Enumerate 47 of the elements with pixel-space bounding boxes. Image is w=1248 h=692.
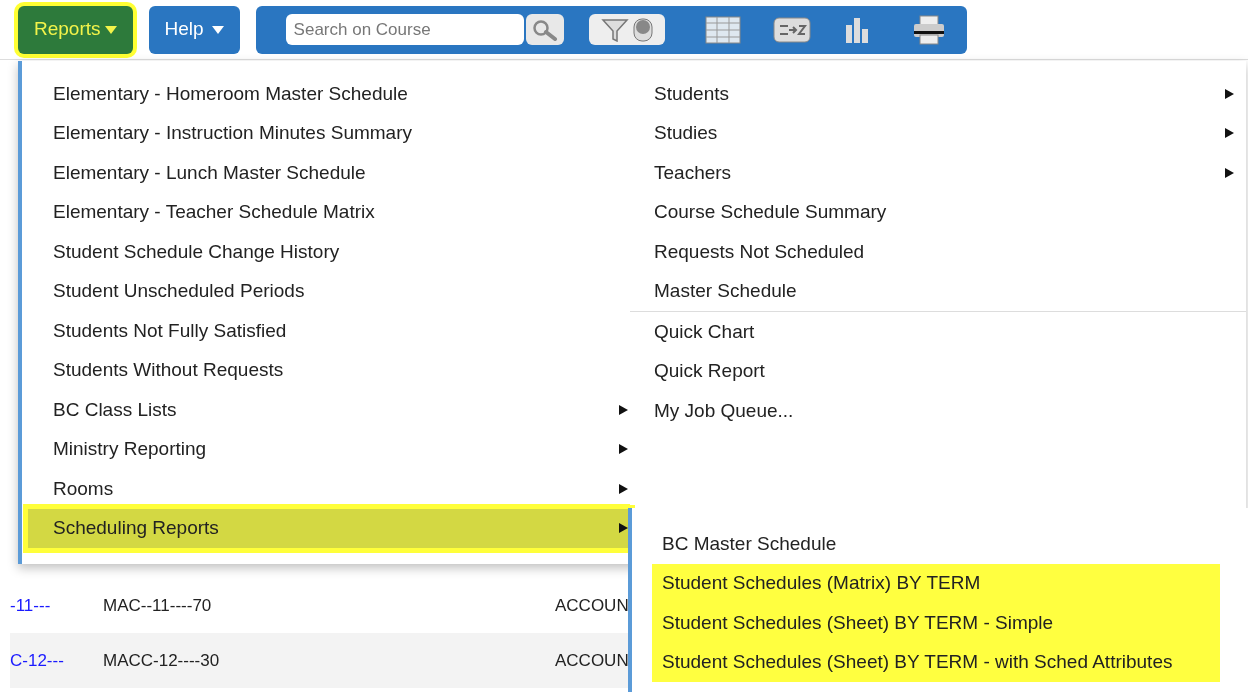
menu-item[interactable]: Students Without Requests <box>28 350 630 390</box>
chart-button[interactable] <box>844 16 869 43</box>
filter-icon <box>600 17 629 42</box>
toggle-icon <box>632 17 653 42</box>
menu-item[interactable]: Students <box>630 74 1246 114</box>
course-link[interactable]: -11--- <box>10 592 103 619</box>
caret-icon <box>211 25 224 34</box>
submenu-item[interactable]: BC Master Schedule <box>652 524 1220 564</box>
course-link[interactable]: C-12--- <box>10 647 103 674</box>
menu-item[interactable]: Student Schedule Change History <box>28 232 630 272</box>
menu-item[interactable]: Quick Chart <box>630 312 1246 352</box>
search-button[interactable] <box>525 14 564 45</box>
menu-item[interactable]: BC Class Lists <box>28 390 630 430</box>
menu-item[interactable]: Elementary - Teacher Schedule Matrix <box>28 192 630 232</box>
menu-item[interactable]: Rooms <box>28 469 630 509</box>
menu-item[interactable]: Studies <box>630 113 1246 153</box>
menu-item[interactable]: Teachers <box>630 153 1246 193</box>
search-icon <box>531 18 558 41</box>
menu-item[interactable]: Students Not Fully Satisfied <box>28 311 630 351</box>
menu-item[interactable]: Quick Report <box>630 351 1246 391</box>
sort-icon <box>772 16 811 43</box>
menu-item[interactable]: Course Schedule Summary <box>630 192 1246 232</box>
submenu-item[interactable]: Student Schedules (Matrix) BY TERM <box>652 563 1220 603</box>
table-icon <box>704 15 741 44</box>
menu-item[interactable]: Master Schedule <box>630 271 1246 311</box>
menu-item[interactable]: Elementary - Lunch Master Schedule <box>28 153 630 193</box>
submenu-item[interactable]: Student Schedules (Sheet) BY TERM - with Sched Attributes <box>652 642 1220 682</box>
menu-item[interactable]: My Job Queue... <box>630 391 1246 431</box>
menu-item[interactable]: Elementary - Homeroom Master Schedule <box>28 74 630 114</box>
search-field[interactable]: Search on Course <box>285 14 524 45</box>
bar-chart-icon <box>844 16 869 43</box>
menu-item[interactable]: Student Unscheduled Periods <box>28 271 630 311</box>
help-menu-button[interactable]: Help <box>148 5 240 54</box>
menu-item[interactable]: Requests Not Scheduled <box>630 232 1246 272</box>
sort-button[interactable] <box>772 16 811 43</box>
table-cell-text: MAC--11----70 <box>103 594 213 617</box>
grid-view-button[interactable] <box>704 15 741 44</box>
table-cell-text: ACCOUN <box>555 649 629 672</box>
menu-item[interactable]: Elementary - Instruction Minutes Summary <box>28 113 630 153</box>
printer-icon <box>912 14 945 45</box>
table-cell-text: MACC-12----30 <box>103 649 221 672</box>
caret-icon <box>104 25 117 34</box>
table-cell-text: ACCOUN <box>555 594 629 617</box>
print-button[interactable] <box>912 14 945 45</box>
menu-item[interactable]: Ministry Reporting <box>28 429 630 469</box>
filter-toggle-button[interactable] <box>588 14 665 45</box>
submenu-item[interactable]: Student Schedules (Sheet) BY TERM - Simple <box>652 603 1220 643</box>
